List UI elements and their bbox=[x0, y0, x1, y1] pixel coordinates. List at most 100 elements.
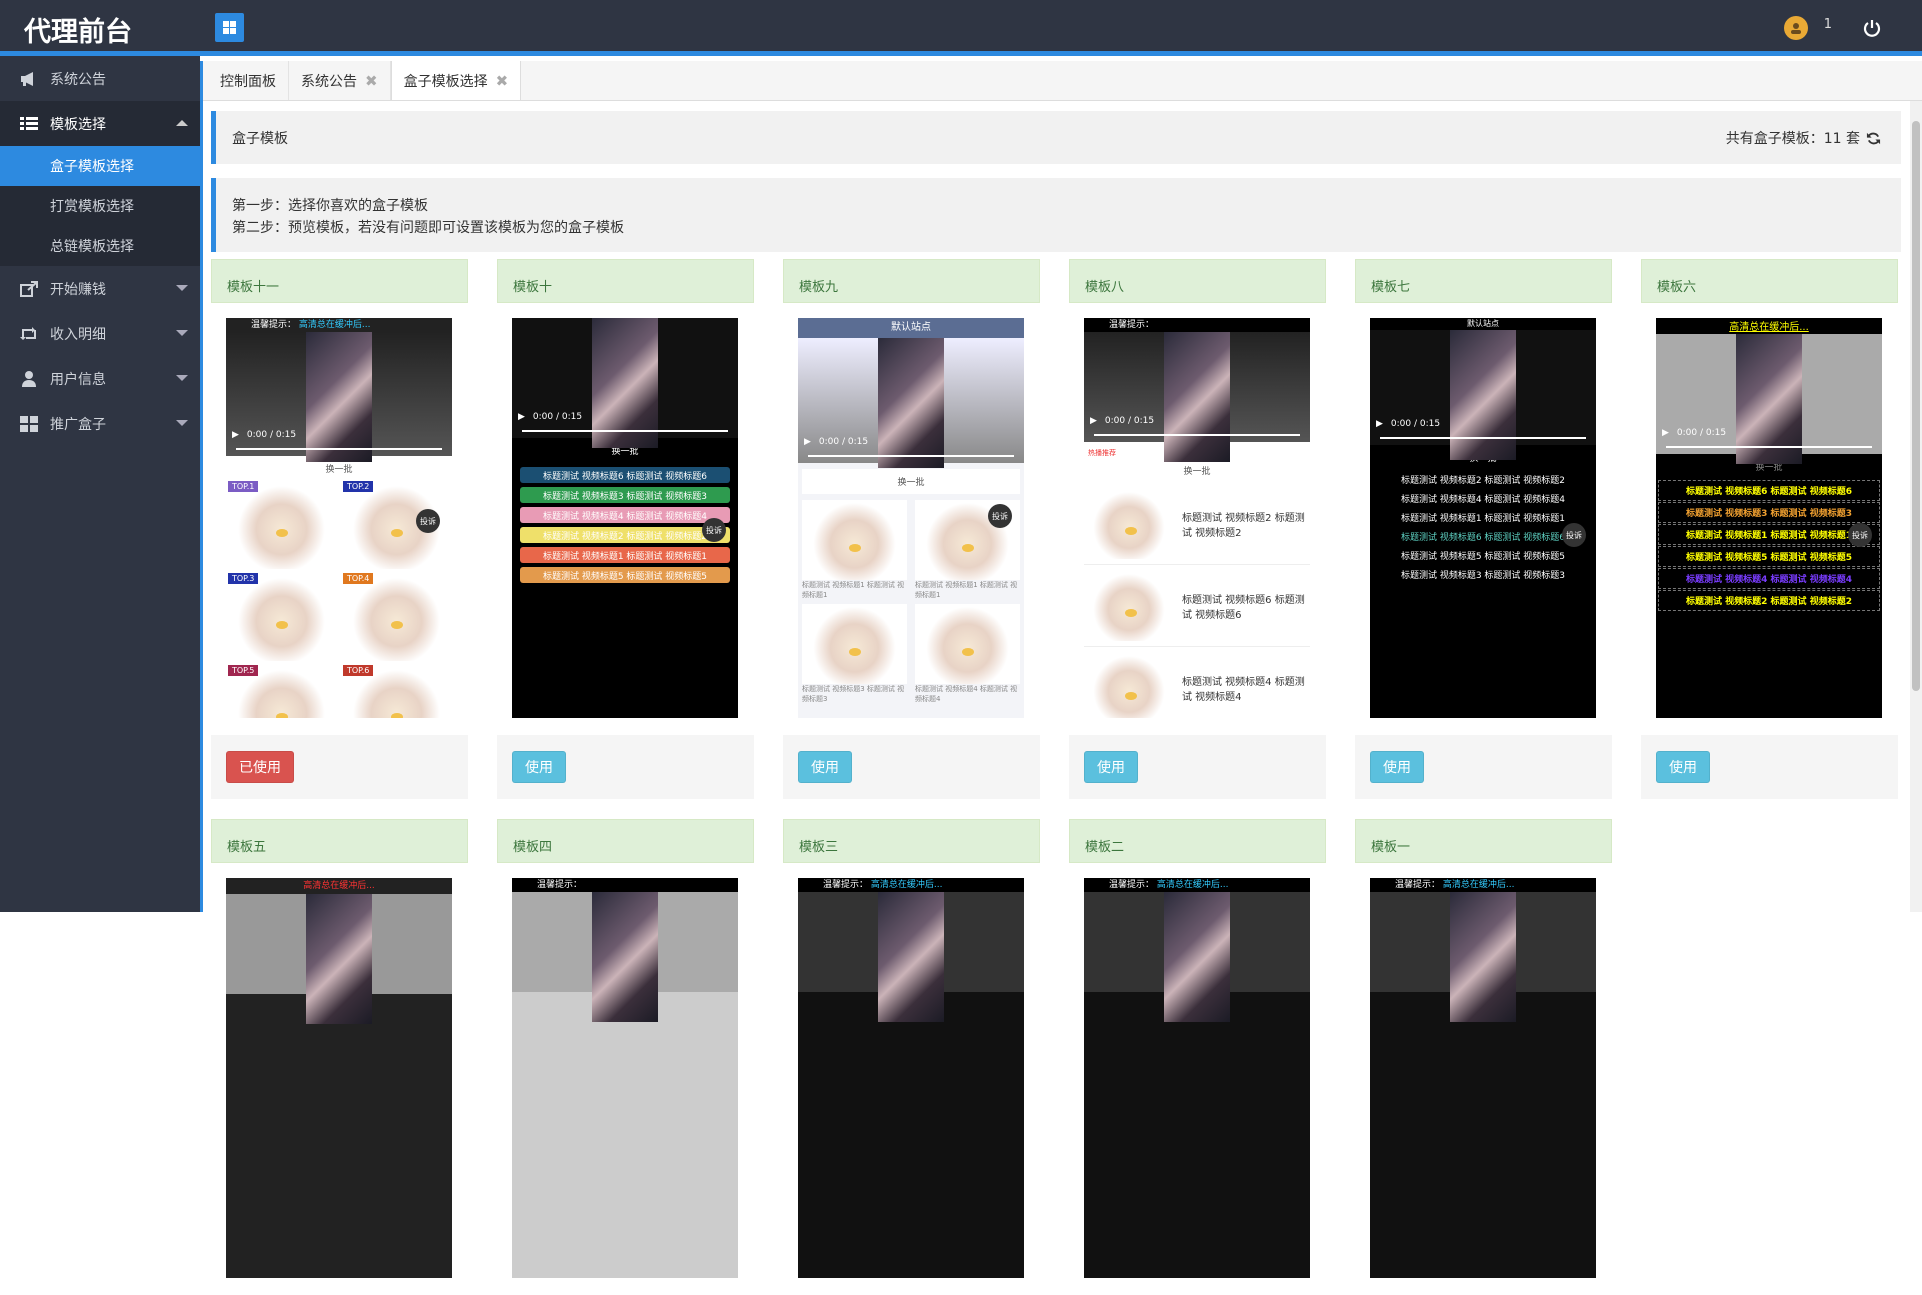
tab-dashboard[interactable]: 控制面板 bbox=[208, 61, 289, 100]
video-player[interactable]: ▶ 0:00 / 0:15 bbox=[1370, 330, 1596, 460]
tab-box-template[interactable]: 盒子模板选择 ✖ bbox=[390, 61, 522, 100]
sidebar-item-user-info[interactable]: 用户信息 bbox=[0, 356, 200, 401]
sidebar-sub-chain-template[interactable]: 总链模板选择 bbox=[0, 226, 200, 266]
report-button[interactable]: 投诉 bbox=[988, 504, 1012, 528]
template-count: 共有盒子模板：11 套 bbox=[1726, 128, 1881, 148]
top-label: TOP.2 bbox=[343, 481, 374, 492]
report-button[interactable]: 投诉 bbox=[1562, 523, 1586, 547]
list-item[interactable]: 标题测试 视频标题2 标题测试 视频标题2 bbox=[1084, 483, 1310, 565]
sidebar-sub-reward-template[interactable]: 打赏模板选择 bbox=[0, 186, 200, 226]
use-template-button[interactable]: 使用 bbox=[1370, 751, 1424, 783]
sidebar-item-label: 推广盒子 bbox=[50, 416, 106, 433]
template-card: 模板十 ▶ 0:00 / 0:15 换一批 标题测试 视频标题6 标题测试 视频标… bbox=[497, 259, 754, 799]
template-name: 模板十一 bbox=[211, 259, 468, 303]
template-card: 模板五 高清总在缓冲后... bbox=[211, 819, 468, 1295]
template-preview[interactable]: 温馨提示： bbox=[512, 878, 738, 1278]
menu-toggle-button[interactable] bbox=[215, 13, 244, 42]
list-item[interactable]: 标题测试 视频标题2 标题测试 视频标题2 bbox=[1370, 470, 1596, 489]
use-template-button[interactable]: 已使用 bbox=[226, 751, 294, 783]
list-item[interactable]: 标题测试 视频标题6 标题测试 视频标题6 bbox=[520, 467, 730, 483]
thumb-item[interactable]: 标题测试 视频标题4 标题测试 视频标题4 bbox=[915, 604, 1020, 704]
sidebar-sub-box-template[interactable]: 盒子模板选择 bbox=[0, 146, 200, 186]
list-item[interactable]: 标题测试 视频标题3 标题测试 视频标题3 bbox=[1658, 502, 1880, 523]
video-player[interactable]: ▶ 0:00 / 0:15 bbox=[1656, 334, 1882, 464]
template-preview[interactable]: 温馨提示： 高清总在缓冲后... bbox=[798, 878, 1024, 1278]
thumb-item[interactable]: 标题测试 视频标题1 标题测试 视频标题1 bbox=[802, 500, 907, 600]
template-preview[interactable]: 默认站点 ▶0:00 / 0:15 换一批 标题测试 视频标题2 标题测试 视频… bbox=[1370, 318, 1596, 718]
template-preview[interactable]: 温馨提示： ▶ 0:00 / 0:15 热播推荐 换一批 标题测试 视频标题2 标… bbox=[1084, 318, 1310, 718]
video-player[interactable]: ▶ 0:00 / 0:15 bbox=[1084, 332, 1310, 462]
list-item[interactable]: 标题测试 视频标题5 标题测试 视频标题5 bbox=[1370, 546, 1596, 565]
list-item[interactable]: 标题测试 视频标题4 标题测试 视频标题4 bbox=[1658, 568, 1880, 589]
refresh-icon[interactable] bbox=[1866, 131, 1881, 146]
template-preview[interactable]: 温馨提示： 高清总在缓冲后... bbox=[1370, 878, 1596, 1278]
list-item[interactable]: 标题测试 视频标题3 标题测试 视频标题3 bbox=[1370, 565, 1596, 584]
report-button[interactable]: 投诉 bbox=[416, 509, 440, 533]
template-preview[interactable]: 默认站点 ▶ 0:00 / 0:15 换一批 标题测试 视频标题1 标题测试 视频… bbox=[798, 318, 1024, 718]
sidebar-item-label: 模板选择 bbox=[50, 116, 106, 133]
sidebar-item-templates[interactable]: 模板选择 bbox=[0, 101, 200, 146]
sidebar-item-announcement[interactable]: 系统公告 bbox=[0, 56, 200, 101]
template-preview[interactable]: 高清总在缓冲后... bbox=[226, 878, 452, 1278]
list-item[interactable]: 标题测试 视频标题2 标题测试 视频标题2 bbox=[1658, 590, 1880, 611]
thumb-item[interactable]: TOP.4 bbox=[343, 573, 450, 661]
scrollbar[interactable] bbox=[1910, 101, 1922, 912]
sidebar-item-label: 系统公告 bbox=[50, 71, 106, 88]
chevron-down-icon bbox=[176, 330, 188, 336]
close-icon[interactable]: ✖ bbox=[365, 72, 378, 90]
thumb-item[interactable]: TOP.3 bbox=[228, 573, 335, 661]
report-button[interactable]: 投诉 bbox=[702, 518, 726, 542]
template-card: 模板三 温馨提示： 高清总在缓冲后... bbox=[783, 819, 1040, 1295]
template-name: 模板三 bbox=[783, 819, 1040, 863]
scrollbar-thumb[interactable] bbox=[1912, 121, 1920, 691]
video-player[interactable]: ▶ 0:00 / 0:15 bbox=[798, 338, 1024, 468]
template-name: 模板四 bbox=[497, 819, 754, 863]
list-item[interactable]: 标题测试 视频标题5 标题测试 视频标题5 bbox=[1658, 546, 1880, 567]
use-template-button[interactable]: 使用 bbox=[512, 751, 566, 783]
thumb-item[interactable]: TOP.6 bbox=[343, 665, 450, 718]
template-preview[interactable]: ▶ 0:00 / 0:15 换一批 标题测试 视频标题6 标题测试 视频标题6 标… bbox=[512, 318, 738, 718]
template-preview[interactable]: 温馨提示： 高清总在缓冲后... ▶ 0:00 / 0:15 换一批 TOP.1 … bbox=[226, 318, 452, 718]
video-time: 0:00 / 0:15 bbox=[1104, 416, 1155, 426]
list-item[interactable]: 标题测试 视频标题4 标题测试 视频标题4 bbox=[1084, 647, 1310, 718]
template-name: 模板十 bbox=[497, 259, 754, 303]
use-template-button[interactable]: 使用 bbox=[1084, 751, 1138, 783]
tab-announcement[interactable]: 系统公告 ✖ bbox=[289, 61, 391, 100]
list-item[interactable]: 标题测试 视频标题3 标题测试 视频标题3 bbox=[520, 487, 730, 503]
tab-label: 盒子模板选择 bbox=[403, 73, 488, 90]
use-template-button[interactable]: 使用 bbox=[1656, 751, 1710, 783]
sidebar-item-promo-box[interactable]: 推广盒子 bbox=[0, 401, 200, 446]
power-icon[interactable] bbox=[1862, 18, 1882, 38]
list-item[interactable]: 标题测试 视频标题5 标题测试 视频标题5 bbox=[520, 567, 730, 583]
report-button[interactable]: 投诉 bbox=[1848, 523, 1872, 547]
top-label: TOP.4 bbox=[343, 573, 374, 584]
list-item[interactable]: 标题测试 视频标题2 标题测试 视频标题2 bbox=[520, 527, 730, 543]
list-item[interactable]: 标题测试 视频标题4 标题测试 视频标题4 bbox=[520, 507, 730, 523]
list-item[interactable]: 标题测试 视频标题1 标题测试 视频标题1 bbox=[1658, 524, 1880, 545]
top-label: TOP.3 bbox=[228, 573, 259, 584]
thumb-caption: 标题测试 视频标题3 标题测试 视频标题3 bbox=[802, 685, 905, 703]
top-label: TOP.1 bbox=[228, 481, 259, 492]
template-preview[interactable]: 高清总在缓冲后... ▶ 0:00 / 0:15 换一批 标题测试 视频标题6 标… bbox=[1656, 318, 1882, 718]
sidebar-item-income[interactable]: 收入明细 bbox=[0, 311, 200, 356]
sidebar-item-earn[interactable]: 开始赚钱 bbox=[0, 266, 200, 311]
list-item[interactable]: 标题测试 视频标题6 标题测试 视频标题6 bbox=[1084, 565, 1310, 647]
video-player[interactable]: ▶ 0:00 / 0:15 bbox=[512, 318, 738, 448]
thumb-item[interactable]: 标题测试 视频标题3 标题测试 视频标题3 bbox=[802, 604, 907, 704]
thumb-item[interactable]: TOP.5 bbox=[228, 665, 335, 718]
use-template-button[interactable]: 使用 bbox=[798, 751, 852, 783]
list-item[interactable]: 标题测试 视频标题1 标题测试 视频标题1 bbox=[520, 547, 730, 563]
list-item-title: 标题测试 视频标题6 标题测试 视频标题6 bbox=[1182, 594, 1305, 621]
thumb-item[interactable]: TOP.1 bbox=[228, 481, 335, 569]
preview-tip-text: 温馨提示： bbox=[1395, 880, 1441, 890]
template-preview[interactable]: 温馨提示： 高清总在缓冲后... bbox=[1084, 878, 1310, 1278]
list-item[interactable]: 标题测试 视频标题1 标题测试 视频标题1 bbox=[1370, 508, 1596, 527]
video-player[interactable]: ▶ 0:00 / 0:15 bbox=[226, 332, 452, 462]
refresh-batch[interactable]: 换一批 bbox=[802, 469, 1020, 494]
template-name: 模板二 bbox=[1069, 819, 1326, 863]
list-item[interactable]: 标题测试 视频标题4 标题测试 视频标题4 bbox=[1370, 489, 1596, 508]
list-item[interactable]: 标题测试 视频标题6 标题测试 视频标题6 bbox=[1658, 480, 1880, 501]
avatar[interactable] bbox=[1783, 16, 1808, 40]
close-icon[interactable]: ✖ bbox=[496, 72, 509, 90]
thumb-item[interactable]: TOP.2 投诉 bbox=[343, 481, 450, 569]
